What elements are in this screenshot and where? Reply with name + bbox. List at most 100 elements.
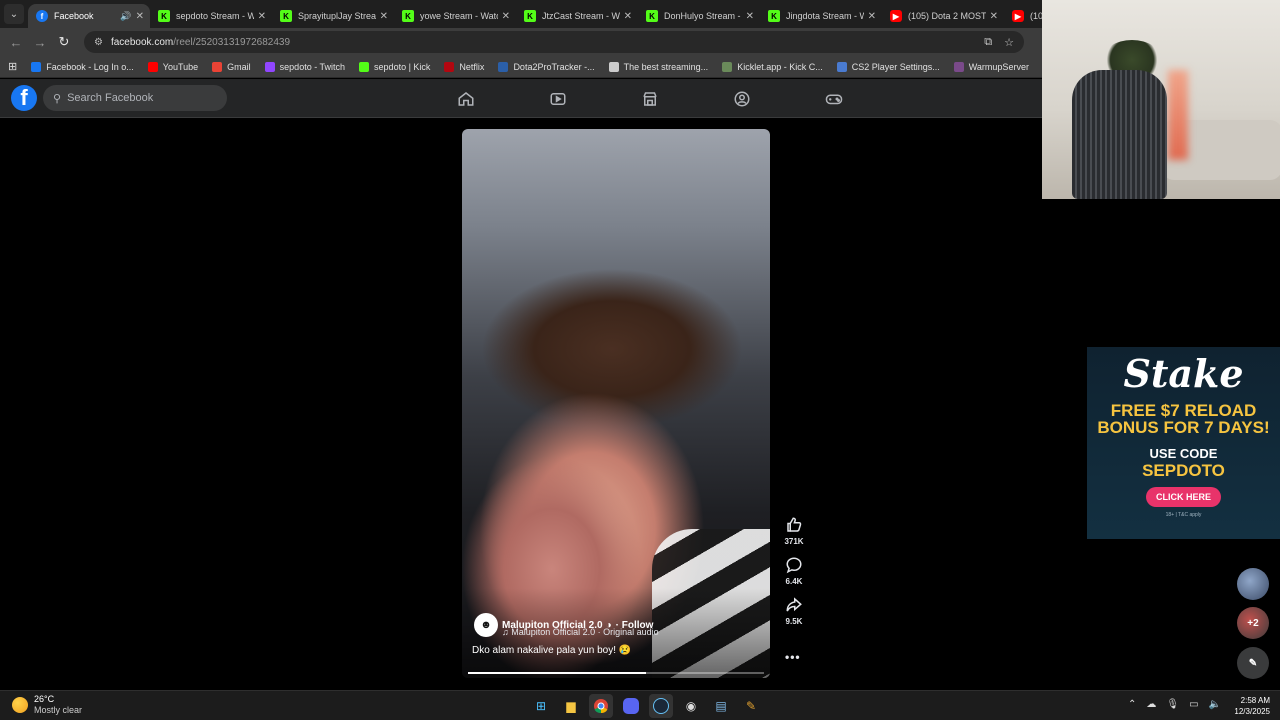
- browser-tab[interactable]: Kyowe Stream - Watch ✕: [394, 4, 516, 28]
- browser-tab[interactable]: ▶ (10: [1004, 4, 1042, 28]
- stake-use-code-label: USE CODE: [1149, 446, 1218, 461]
- forward-icon[interactable]: →: [28, 35, 52, 50]
- system-tray: ⌃ ☁ 🎙 ▭ 🔈: [1128, 699, 1231, 710]
- bookmark-item[interactable]: Gmail: [212, 61, 251, 72]
- webcam-overlay: [1042, 0, 1280, 199]
- facebook-favicon-icon: f: [36, 10, 48, 22]
- bookmark-item[interactable]: sepdoto | Kick: [359, 61, 431, 72]
- bookmark-item[interactable]: CS2 Player Settings...: [836, 61, 940, 72]
- stake-click-here-button[interactable]: CLICK HERE: [1145, 487, 1221, 507]
- bookmark-star-icon[interactable]: ☆: [1004, 36, 1014, 49]
- share-button[interactable]: 9.5K: [780, 596, 808, 626]
- tab-close-icon[interactable]: ✕: [136, 11, 144, 22]
- groups-icon[interactable]: [696, 90, 788, 108]
- browser-tab[interactable]: f Facebook 🔊 ✕: [28, 4, 150, 28]
- home-icon[interactable]: [420, 90, 512, 108]
- tab-audio-icon[interactable]: 🔊: [120, 11, 131, 22]
- tab-title: yowe Stream - Watch: [420, 11, 498, 21]
- chat-head-avatar[interactable]: [1237, 568, 1269, 600]
- reload-icon[interactable]: ↻: [52, 34, 76, 50]
- tab-close-icon[interactable]: ✕: [868, 11, 876, 22]
- bookmark-label: Netflix: [459, 61, 485, 72]
- browser-tab[interactable]: K DonHulyo Stream - V ✕: [638, 4, 760, 28]
- tab-strip: ⌄ f Facebook 🔊 ✕ Ksepdoto Stream - Wa ✕ K Spray…: [0, 0, 1042, 28]
- bookmarks-bar: ⊞ Facebook - Log In o... YouTube Gmail sepd…: [0, 56, 1087, 78]
- browser-tab[interactable]: K JtzCast Stream - Wat ✕: [516, 4, 638, 28]
- back-icon[interactable]: ←: [4, 35, 28, 50]
- tab-close-icon[interactable]: ✕: [258, 11, 266, 22]
- tab-close-icon[interactable]: ✕: [990, 11, 998, 22]
- bookmark-item[interactable]: WarmupServer: [953, 61, 1029, 72]
- chat-head-more[interactable]: +2: [1237, 607, 1269, 639]
- browser-tab[interactable]: K Jingdota Stream - W ✕: [760, 4, 882, 28]
- clock[interactable]: 2:58 AM 12/3/2025: [1226, 695, 1270, 717]
- steam-icon[interactable]: [649, 694, 673, 718]
- reel-video[interactable]: ☻ Malupiton Official 2.0 ◑ · Follow ♫ Ma…: [462, 129, 770, 678]
- bookmark-item[interactable]: The best streaming...: [608, 61, 708, 72]
- stake-logo: Stake: [1123, 351, 1244, 396]
- stake-code: SEPDOTO: [1142, 461, 1225, 480]
- facebook-logo-icon[interactable]: f: [11, 85, 37, 111]
- webcam-chair: [1072, 70, 1167, 199]
- tab-close-icon[interactable]: ✕: [502, 11, 510, 22]
- like-count: 371K: [784, 537, 804, 546]
- browser-tab[interactable]: ▶ (105) Dota 2 MOST V ✕: [882, 4, 1004, 28]
- video-icon[interactable]: [512, 90, 604, 108]
- weather-icon: [12, 697, 28, 713]
- apps-grid-icon[interactable]: ⊞: [8, 60, 17, 73]
- site-info-icon[interactable]: ⚙: [94, 37, 103, 48]
- browser-tab[interactable]: K SprayituplJay Stream ✕: [272, 4, 394, 28]
- tab-close-icon[interactable]: ✕: [380, 11, 388, 22]
- search-input[interactable]: ⚲ Search Facebook: [43, 85, 227, 111]
- tab-close-icon[interactable]: ✕: [746, 11, 754, 22]
- discord-icon[interactable]: [619, 694, 643, 718]
- volume-icon[interactable]: 🔈: [1209, 699, 1221, 710]
- bookmark-item[interactable]: Dota2ProTracker -...: [498, 61, 595, 72]
- video-progress-bar[interactable]: [468, 672, 764, 674]
- stake-ad[interactable]: Stake FREE $7 RELOAD BONUS FOR 7 DAYS! U…: [1087, 347, 1280, 539]
- bookmark-item[interactable]: YouTube: [147, 61, 198, 72]
- like-button[interactable]: 371K: [780, 516, 808, 546]
- url-path: /reel/25203131972682439: [173, 36, 291, 48]
- tray-app-icon[interactable]: ☁: [1146, 699, 1156, 710]
- start-icon[interactable]: ⊞: [529, 694, 553, 718]
- network-icon[interactable]: ▭: [1189, 699, 1198, 710]
- notepad-icon[interactable]: ▤: [709, 694, 733, 718]
- address-bar[interactable]: ⚙ facebook.com/reel/25203131972682439 ⧉ …: [84, 31, 1024, 53]
- tab-close-icon[interactable]: ✕: [624, 11, 632, 22]
- bookmark-item[interactable]: Facebook - Log In o...: [31, 61, 134, 72]
- compose-icon: ✎: [1248, 657, 1258, 669]
- bookmark-item[interactable]: Kicklet.app - Kick C...: [722, 61, 823, 72]
- reel-audio[interactable]: ♫ Malupiton Official 2.0 · Original audi…: [502, 627, 659, 637]
- bookmark-item[interactable]: Netflix: [444, 61, 485, 72]
- kick-favicon-icon: K: [646, 10, 658, 22]
- author-avatar[interactable]: ☻: [474, 613, 498, 637]
- new-message-button[interactable]: ✎: [1237, 647, 1269, 679]
- file-explorer-icon[interactable]: ▆: [559, 694, 583, 718]
- gaming-icon[interactable]: [788, 90, 880, 108]
- comment-button[interactable]: 6.4K: [780, 556, 808, 586]
- pen-app-icon[interactable]: ✎: [739, 694, 763, 718]
- tab-search-icon[interactable]: ⌄: [4, 4, 24, 24]
- chrome-icon[interactable]: [589, 694, 613, 718]
- gear-icon: [836, 61, 847, 72]
- obs-icon[interactable]: ◉: [679, 694, 703, 718]
- more-options-icon[interactable]: •••: [785, 650, 801, 664]
- browser-tab[interactable]: Ksepdoto Stream - Wa ✕: [150, 4, 272, 28]
- kick-favicon-icon: K: [280, 10, 292, 22]
- tab-title: SprayituplJay Stream: [298, 11, 376, 21]
- marketplace-icon[interactable]: [604, 90, 696, 108]
- microphone-icon[interactable]: 🎙: [1166, 699, 1179, 710]
- weather-widget[interactable]: 26°C Mostly clear: [12, 694, 82, 716]
- bookmark-label: Dota2ProTracker -...: [513, 61, 595, 72]
- bookmark-item[interactable]: sepdoto - Twitch: [264, 61, 345, 72]
- video-progress-fill: [468, 672, 646, 674]
- weather-condition: Mostly clear: [34, 705, 83, 715]
- diamond-icon: [608, 61, 619, 72]
- tab-title: (105) Dota 2 MOST V: [908, 11, 986, 21]
- tray-overflow-icon[interactable]: ⌃: [1128, 699, 1136, 710]
- facebook-nav: [420, 79, 880, 118]
- install-app-icon[interactable]: ⧉: [984, 36, 992, 49]
- bookmark-label: sepdoto | Kick: [374, 61, 431, 72]
- search-icon: ⚲: [53, 92, 62, 105]
